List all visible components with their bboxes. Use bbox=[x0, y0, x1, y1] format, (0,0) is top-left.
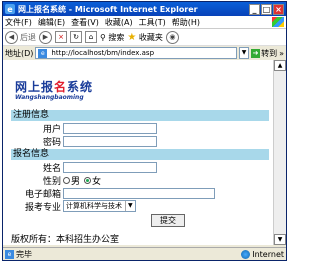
scroll-up-icon[interactable]: ▲ bbox=[274, 60, 286, 71]
site-logo: 网上报名系统 Wangshangbaoming bbox=[15, 78, 93, 101]
home-icon[interactable]: ⌂ bbox=[85, 31, 97, 43]
search-icon: ⚲ bbox=[100, 32, 106, 42]
toolbar: ◀ 后退 ▶ × ↻ ⌂ ⚲ 搜索 ★ 收藏夹 ◉ bbox=[3, 29, 286, 46]
zone-text: Internet bbox=[252, 249, 284, 259]
back-button[interactable]: ◀ 后退 bbox=[5, 30, 36, 44]
address-dropdown-icon[interactable]: ▼ bbox=[239, 47, 250, 59]
radio-icon bbox=[63, 176, 70, 184]
menu-view[interactable]: 查看(V) bbox=[71, 17, 99, 28]
favorites-star-icon: ★ bbox=[127, 31, 137, 43]
forward-button[interactable]: ▶ bbox=[39, 30, 52, 44]
windows-logo-icon bbox=[272, 17, 284, 27]
password-label: 密码 bbox=[42, 137, 61, 148]
status-text: 完毕 bbox=[16, 249, 32, 259]
signup-section-header: 报名信息 bbox=[11, 149, 269, 160]
refresh-icon[interactable]: ↻ bbox=[70, 31, 82, 43]
logo-title-part3: 系统 bbox=[67, 80, 94, 94]
menu-tools[interactable]: 工具(T) bbox=[139, 17, 166, 28]
major-select[interactable]: 计算机科学与技术 ▼ bbox=[63, 200, 136, 212]
back-arrow-icon: ◀ bbox=[5, 30, 18, 44]
copyright-text: 版权所有：本科招生办公室 bbox=[11, 235, 120, 245]
page-icon: e bbox=[38, 48, 48, 58]
stop-icon[interactable]: × bbox=[55, 31, 67, 43]
page-content: 网上报名系统 Wangshangbaoming 注册信息 用户 密码 报名信息 … bbox=[3, 60, 273, 245]
login-section-header: 注册信息 bbox=[11, 110, 269, 121]
address-label: 地址(D) bbox=[5, 48, 34, 58]
logo-title-part1: 网上报 bbox=[15, 80, 55, 94]
search-button[interactable]: ⚲ 搜索 bbox=[100, 32, 124, 43]
close-button[interactable]: × bbox=[273, 3, 284, 15]
gender-row: 性别 男 女 bbox=[11, 174, 269, 187]
username-input[interactable] bbox=[63, 122, 157, 134]
scroll-down-icon[interactable]: ▼ bbox=[274, 234, 286, 245]
password-row: 密码 bbox=[11, 135, 269, 148]
links-chevron[interactable]: » bbox=[279, 49, 284, 58]
menu-edit[interactable]: 编辑(E) bbox=[38, 17, 65, 28]
vertical-scrollbar[interactable]: ▲ ▼ bbox=[273, 60, 286, 245]
email-row: 电子邮箱 bbox=[11, 187, 269, 200]
gender-male-radio[interactable]: 男 bbox=[63, 174, 80, 187]
username-label: 用户 bbox=[42, 124, 61, 135]
internet-zone-icon bbox=[241, 249, 251, 259]
name-row: 姓名 bbox=[11, 161, 269, 174]
done-page-icon: e bbox=[5, 249, 14, 259]
submit-button[interactable]: 提交 bbox=[151, 214, 185, 227]
logo-subtitle: Wangshangbaoming bbox=[15, 94, 84, 101]
title-bar: e 网上报名系统 - Microsoft Internet Explorer _… bbox=[3, 2, 286, 16]
dropdown-arrow-icon: ▼ bbox=[125, 201, 133, 211]
menu-help[interactable]: 帮助(H) bbox=[172, 17, 200, 28]
name-label: 姓名 bbox=[42, 163, 61, 174]
ie-icon: e bbox=[5, 4, 15, 14]
menu-favorites[interactable]: 收藏(A) bbox=[105, 17, 133, 28]
minimize-button[interactable]: _ bbox=[249, 3, 260, 15]
email-input[interactable] bbox=[63, 187, 215, 199]
logo-title-part2: 名 bbox=[54, 80, 68, 94]
address-input[interactable]: e http://localhost/bm/index.asp bbox=[35, 47, 238, 59]
gender-female-radio[interactable]: 女 bbox=[84, 174, 101, 187]
go-button[interactable]: ➜ 转到 bbox=[251, 48, 277, 59]
major-row: 报考专业 计算机科学与技术 ▼ bbox=[11, 200, 269, 213]
password-input[interactable] bbox=[63, 135, 157, 147]
menu-file[interactable]: 文件(F) bbox=[5, 17, 32, 28]
maximize-button[interactable]: □ bbox=[261, 3, 272, 15]
menu-bar: 文件(F) 编辑(E) 查看(V) 收藏(A) 工具(T) 帮助(H) bbox=[3, 16, 286, 29]
go-arrow-icon: ➜ bbox=[251, 48, 261, 58]
gender-label: 性别 bbox=[42, 176, 61, 187]
favorites-button[interactable]: ★ 收藏夹 bbox=[127, 32, 163, 43]
browser-window: e 网上报名系统 - Microsoft Internet Explorer _… bbox=[2, 1, 287, 261]
radio-selected-icon bbox=[84, 176, 92, 184]
name-input[interactable] bbox=[63, 161, 157, 173]
window-title: 网上报名系统 - Microsoft Internet Explorer bbox=[18, 4, 198, 14]
email-label: 电子邮箱 bbox=[24, 189, 61, 200]
address-bar: 地址(D) e http://localhost/bm/index.asp ▼ … bbox=[3, 46, 286, 61]
status-bar: e 完毕 Internet bbox=[3, 247, 286, 260]
media-icon[interactable]: ◉ bbox=[165, 30, 179, 44]
major-label: 报考专业 bbox=[24, 202, 61, 213]
username-row: 用户 bbox=[11, 122, 269, 135]
